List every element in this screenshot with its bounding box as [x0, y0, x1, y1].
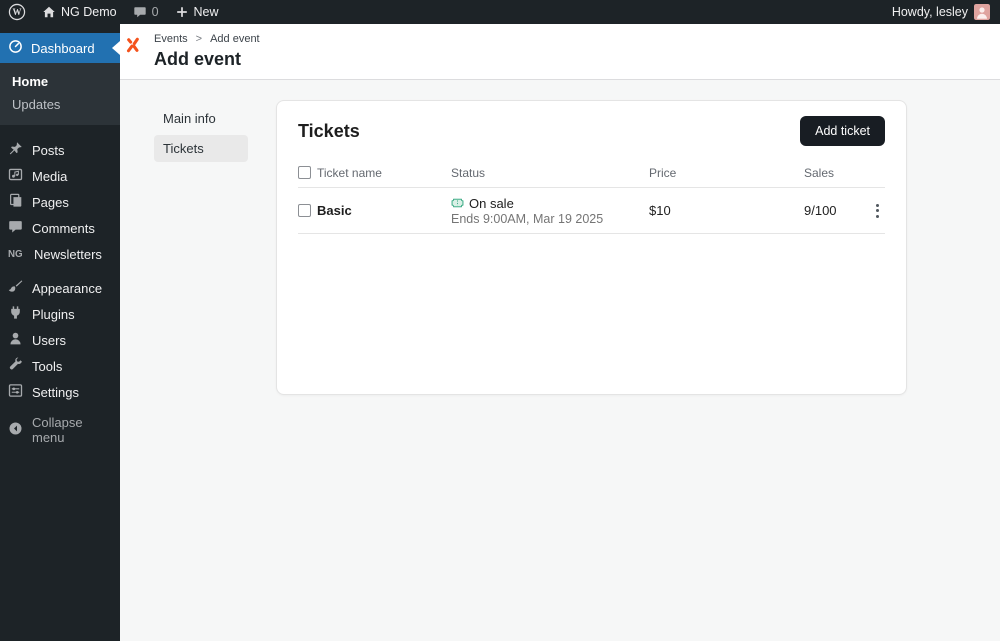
tickets-table: Ticket name Status Price Sales Basic On …: [298, 158, 885, 234]
page-title: Add event: [154, 49, 242, 69]
sidebar-separator: [0, 267, 120, 275]
comment-bubble-icon: [8, 219, 23, 237]
sidebar-item-dashboard[interactable]: Dashboard: [0, 33, 120, 63]
wordpress-admin-screen: W NG Demo 0 New Howdy, lesley Dashboard …: [0, 0, 1000, 641]
sidebar-item-plugins[interactable]: Plugins: [0, 301, 120, 327]
comments-icon: [133, 5, 147, 19]
column-header-ticket-name: Ticket name: [317, 165, 382, 180]
sidebar-item-label: Plugins: [32, 306, 75, 322]
new-label: New: [193, 5, 219, 19]
table-row: Basic On sale Ends 9:00AM, Mar 19 2025 $…: [298, 188, 885, 234]
nav-item-main-info[interactable]: Main info: [154, 105, 248, 132]
breadcrumb: Events > Add event: [154, 33, 260, 45]
ticket-icon: [451, 196, 464, 211]
breadcrumb-separator: >: [195, 33, 203, 45]
sidebar-item-users[interactable]: Users: [0, 327, 120, 353]
new-content-menu[interactable]: New: [175, 5, 219, 19]
column-header-status: Status: [451, 165, 486, 180]
person-icon: [8, 331, 23, 349]
submenu-item-home[interactable]: Home: [0, 70, 120, 93]
sidebar-item-pages[interactable]: Pages: [0, 189, 120, 215]
sidebar-item-label: Dashboard: [31, 40, 95, 56]
ng-monogram-icon: NG: [8, 247, 25, 262]
ticket-status-detail: Ends 9:00AM, Mar 19 2025: [451, 211, 604, 226]
sidebar-item-label: Appearance: [32, 280, 103, 296]
sidebar-item-label: Pages: [32, 194, 69, 210]
breadcrumb-current: Add event: [210, 33, 260, 45]
header-text-block: Events > Add event Add event: [154, 33, 260, 70]
sidebar-item-newsletters[interactable]: NG Newsletters: [0, 241, 120, 267]
sidebar-item-label: Settings: [32, 384, 79, 400]
account-menu[interactable]: Howdy, lesley: [892, 4, 990, 20]
page-body: Main info Tickets Tickets Add ticket Tic…: [120, 80, 1000, 395]
sidebar-item-label: Newsletters: [34, 246, 102, 262]
sidebar-item-posts[interactable]: Posts: [0, 137, 120, 163]
submenu-item-updates[interactable]: Updates: [0, 93, 120, 116]
paintbrush-icon: [8, 279, 23, 297]
wordpress-logo-icon: W: [8, 3, 26, 21]
kebab-menu-icon[interactable]: [869, 201, 885, 221]
sidebar-item-label: Users: [32, 332, 66, 348]
sidebar-item-settings[interactable]: Settings: [0, 379, 120, 405]
ticket-status-cell: On sale Ends 9:00AM, Mar 19 2025: [451, 196, 649, 226]
sidebar-menu: Posts Media Pages Comments NG Newsletter…: [0, 137, 120, 405]
dashboard-submenu: Home Updates: [0, 63, 120, 125]
wrench-icon: [8, 357, 23, 375]
svg-text:NG: NG: [8, 248, 23, 258]
site-name-link[interactable]: NG Demo: [42, 5, 117, 19]
pages-icon: [8, 193, 23, 211]
sidebar-item-label: Comments: [32, 220, 95, 236]
row-checkbox[interactable]: [298, 204, 311, 217]
admin-sidebar: Dashboard Home Updates Posts Media Pages…: [0, 24, 120, 641]
media-icon: [8, 167, 23, 185]
sidebar-item-comments[interactable]: Comments: [0, 215, 120, 241]
tickets-panel-title: Tickets: [298, 120, 360, 141]
plug-icon: [8, 305, 23, 323]
events-logo-icon: [124, 36, 142, 59]
svg-text:W: W: [13, 7, 22, 17]
collapse-menu-label: Collapse menu: [32, 415, 83, 445]
tickets-panel: Tickets Add ticket Ticket name Status Pr…: [276, 100, 907, 395]
ticket-status-text: On sale: [469, 195, 514, 211]
ticket-price-cell: $10: [649, 203, 671, 218]
select-all-checkbox[interactable]: [298, 166, 311, 179]
admin-bar: W NG Demo 0 New Howdy, lesley: [0, 0, 1000, 24]
sidebar-item-label: Media: [32, 168, 68, 184]
main-content: Events > Add event Add event Main info T…: [120, 24, 1000, 641]
ticket-sales-cell: 9/100: [804, 203, 837, 218]
tickets-panel-header: Tickets Add ticket: [298, 116, 885, 146]
column-header-price: Price: [649, 165, 677, 180]
comment-count: 0: [151, 5, 159, 19]
plus-icon: [175, 5, 189, 19]
ticket-name-cell: Basic: [317, 203, 352, 218]
nav-item-tickets[interactable]: Tickets: [154, 135, 248, 162]
sidebar-item-appearance[interactable]: Appearance: [0, 275, 120, 301]
add-ticket-button[interactable]: Add ticket: [800, 116, 885, 146]
howdy-text: Howdy, lesley: [891, 5, 968, 19]
collapse-icon: [8, 421, 23, 439]
column-header-sales: Sales: [804, 165, 835, 180]
home-icon: [42, 5, 56, 19]
pushpin-icon: [8, 141, 23, 159]
page-header: Events > Add event Add event: [120, 24, 1000, 80]
sidebar-item-label: Posts: [32, 142, 65, 158]
sidebar-item-tools[interactable]: Tools: [0, 353, 120, 379]
dashboard-icon: [8, 39, 23, 57]
comments-shortcut[interactable]: 0: [133, 5, 159, 19]
event-section-nav: Main info Tickets: [154, 105, 248, 165]
wordpress-menu[interactable]: W: [8, 3, 26, 21]
sidebar-item-label: Tools: [32, 358, 63, 374]
avatar: [974, 4, 990, 20]
sidebar-item-media[interactable]: Media: [0, 163, 120, 189]
control-panel-icon: [8, 383, 23, 401]
tickets-table-header-row: Ticket name Status Price Sales: [298, 158, 885, 188]
breadcrumb-events-link[interactable]: Events: [154, 33, 188, 45]
site-name: NG Demo: [61, 5, 117, 19]
collapse-menu-button[interactable]: Collapse menu: [0, 415, 120, 445]
